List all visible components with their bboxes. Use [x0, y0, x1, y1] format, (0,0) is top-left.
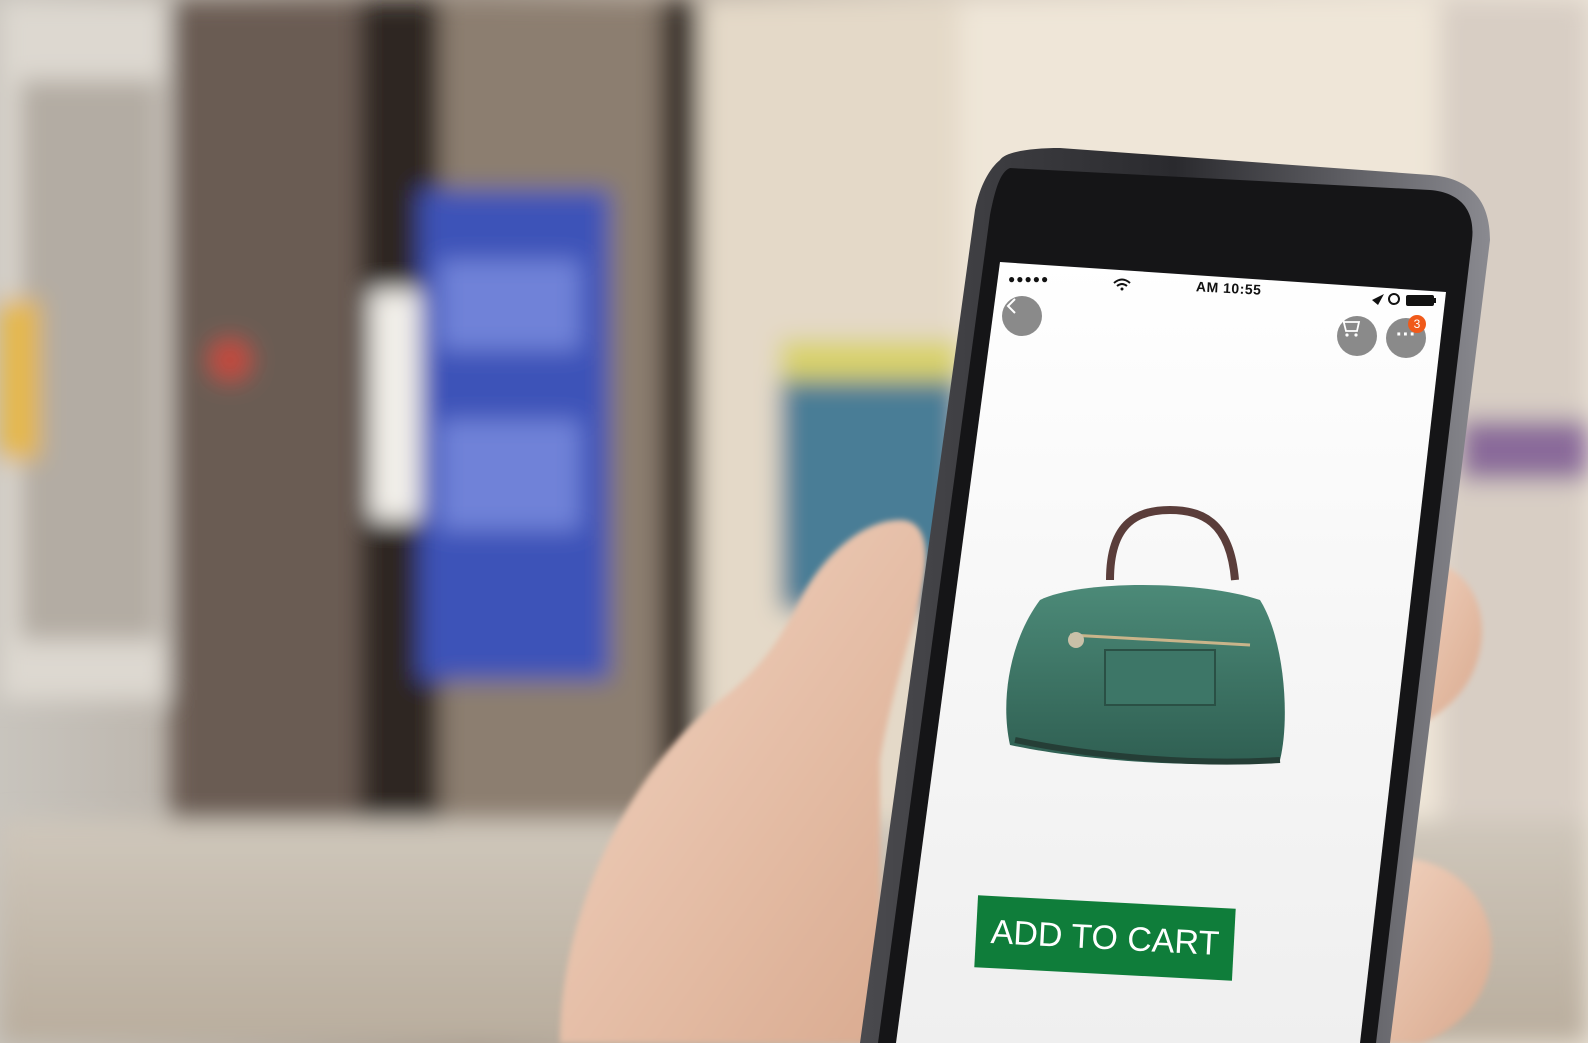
add-to-cart-button[interactable]: ADD TO CART [974, 895, 1236, 981]
chevron-left-icon [1006, 298, 1016, 314]
store-background [0, 0, 1588, 1043]
back-button[interactable] [1002, 296, 1042, 336]
cart-button[interactable] [1337, 316, 1377, 356]
cart-icon [1339, 318, 1361, 337]
battery-icon [1406, 295, 1436, 306]
notification-badge[interactable]: 3 [1408, 315, 1426, 333]
photo-scene: ●●●●● AM 10:55 ··· 3 ADD TO CART [0, 0, 1588, 1043]
